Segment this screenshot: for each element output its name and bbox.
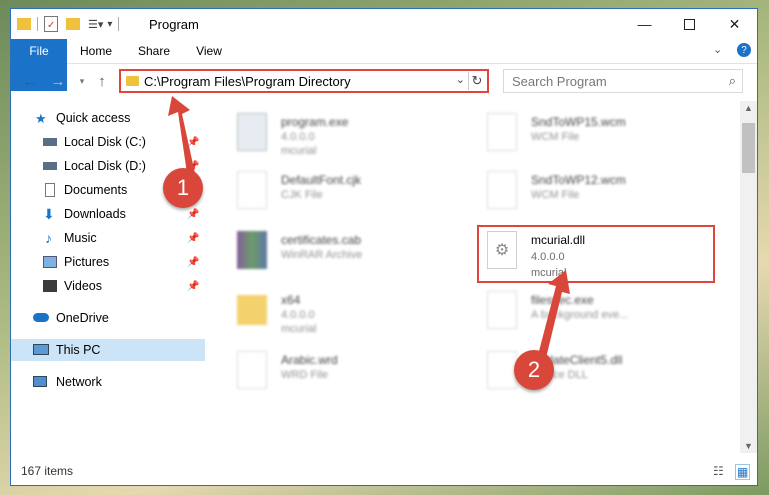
step-marker-1: 1 <box>163 168 203 208</box>
step-marker-2: 2 <box>514 350 554 390</box>
annotation-arrows <box>168 96 570 358</box>
arrow-2 <box>538 270 570 358</box>
